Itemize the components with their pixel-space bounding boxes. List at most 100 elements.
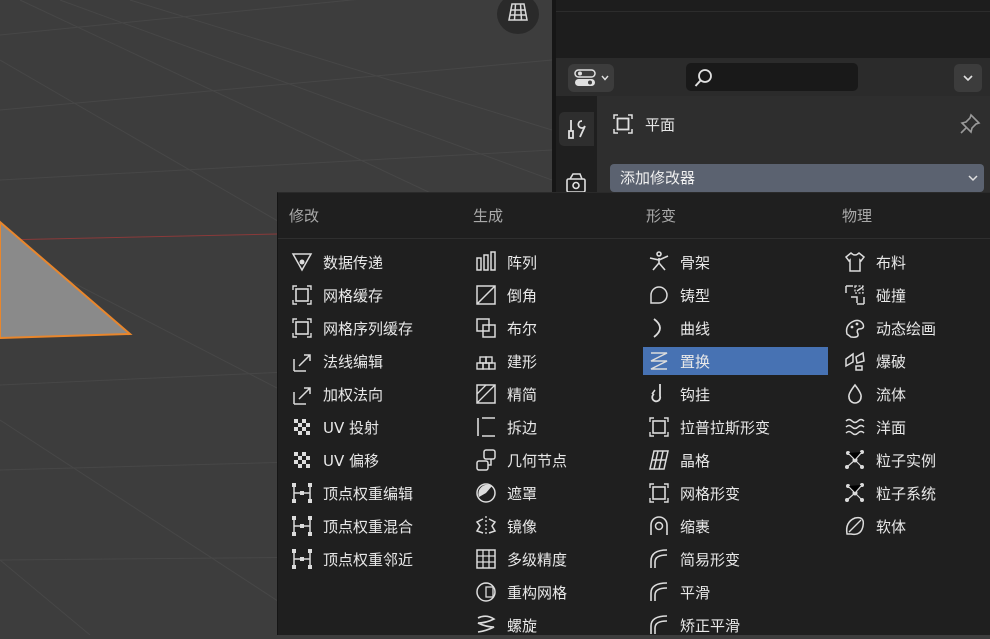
menu-item-label: 拆边 [507, 418, 538, 437]
menu-item[interactable]: 顶点权重混合 [286, 512, 466, 540]
menu-item[interactable]: 粒子实例 [839, 446, 989, 474]
menu-item[interactable]: 动态绘画 [839, 314, 989, 342]
screw-icon [473, 612, 499, 638]
particle-instance-icon [842, 447, 868, 473]
menu-item[interactable]: 缩裹 [643, 512, 828, 540]
fluid-icon [842, 381, 868, 407]
menu-item-label: 网格序列缓存 [323, 319, 414, 338]
simple-deform-icon [646, 546, 672, 572]
search-input[interactable] [686, 63, 858, 91]
menu-item-label: 软体 [876, 517, 907, 536]
chevron-down-icon [600, 75, 609, 81]
displace-icon [646, 348, 672, 374]
menu-item-label: 缩裹 [680, 517, 711, 536]
menu-item[interactable]: 顶点权重编辑 [286, 479, 466, 507]
vertex-weight-icon [289, 480, 315, 506]
menu-item[interactable]: 布尔 [470, 314, 640, 342]
menu-item[interactable]: 骨架 [643, 248, 828, 276]
menu-item-label: 顶点权重编辑 [323, 484, 414, 503]
menu-column-title: 形变 [646, 207, 677, 225]
mesh-object-icon [613, 114, 633, 134]
array-icon [473, 249, 499, 275]
menu-item[interactable]: 倒角 [470, 281, 640, 309]
menu-column-title: 修改 [289, 207, 320, 225]
menu-item-label: 简易形变 [680, 550, 741, 569]
menu-item[interactable]: 钩挂 [643, 380, 828, 408]
normal-edit-icon [289, 348, 315, 374]
menu-item[interactable]: 拆边 [470, 413, 640, 441]
mesh-cache-icon [289, 282, 315, 308]
pin-icon [960, 113, 981, 134]
menu-item-label: 重构网格 [507, 583, 568, 602]
menu-item[interactable]: 几何节点 [470, 446, 640, 474]
menu-item[interactable]: 曲线 [643, 314, 828, 342]
weighted-normal-icon [289, 381, 315, 407]
menu-item-label: 镜像 [507, 517, 538, 536]
menu-item-label: 倒角 [507, 286, 538, 305]
menu-item-label: 多级精度 [507, 550, 568, 569]
lattice-icon [646, 447, 672, 473]
smooth-icon [646, 579, 672, 605]
menu-item-label: 遮罩 [507, 484, 538, 503]
menu-item[interactable]: 网格序列缓存 [286, 314, 466, 342]
menu-item[interactable]: 多级精度 [470, 545, 640, 573]
mirror-icon [473, 513, 499, 539]
menu-item-label: 顶点权重混合 [323, 517, 414, 536]
menu-item[interactable]: 晶格 [643, 446, 828, 474]
menu-item[interactable]: 法线编辑 [286, 347, 466, 375]
menu-item[interactable]: UV 投射 [286, 413, 466, 441]
menu-item-label: 布料 [876, 253, 907, 272]
menu-item[interactable]: 碰撞 [839, 281, 989, 309]
explode-icon [842, 348, 868, 374]
menu-item[interactable]: UV 偏移 [286, 446, 466, 474]
menu-item[interactable]: 阵列 [470, 248, 640, 276]
mesh-sequence-cache-icon [289, 315, 315, 341]
menu-item[interactable]: 置换 [643, 347, 828, 375]
menu-item[interactable]: 软体 [839, 512, 989, 540]
uv-warp-icon [289, 447, 315, 473]
menu-item[interactable]: 拉普拉斯形变 [643, 413, 828, 441]
menu-item[interactable]: 简易形变 [643, 545, 828, 573]
menu-item[interactable]: 建形 [470, 347, 640, 375]
menu-item-label: 精简 [507, 385, 538, 404]
menu-item[interactable]: 粒子系统 [839, 479, 989, 507]
menu-item[interactable]: 镜像 [470, 512, 640, 540]
menu-item-label: 晶格 [680, 451, 711, 470]
add-modifier-dropdown[interactable]: 添加修改器 [610, 164, 984, 192]
menu-item[interactable]: 遮罩 [470, 479, 640, 507]
selected-plane[interactable] [0, 220, 133, 340]
pin-button[interactable] [958, 112, 982, 140]
tab-tool[interactable] [559, 112, 594, 146]
menu-item[interactable]: 布料 [839, 248, 989, 276]
options-dropdown[interactable] [954, 64, 982, 92]
build-icon [473, 348, 499, 374]
editor-type-icon [573, 69, 596, 86]
menu-item[interactable]: 网格形变 [643, 479, 828, 507]
menu-item[interactable]: 重构网格 [470, 578, 640, 606]
properties-header [556, 58, 990, 96]
search-icon [694, 69, 712, 87]
menu-item[interactable]: 流体 [839, 380, 989, 408]
menu-item[interactable]: 网格缓存 [286, 281, 466, 309]
editor-type-button[interactable] [568, 64, 614, 92]
cloth-icon [842, 249, 868, 275]
menu-item[interactable]: 平滑 [643, 578, 828, 606]
menu-item-label: UV 偏移 [323, 451, 380, 470]
curve-icon [646, 315, 672, 341]
menu-item[interactable]: 精简 [470, 380, 640, 408]
chevron-down-icon [963, 75, 973, 82]
menu-item-label: 动态绘画 [876, 319, 937, 338]
chevron-down-icon [968, 175, 978, 182]
menu-item[interactable]: 顶点权重邻近 [286, 545, 466, 573]
menu-item[interactable]: 铸型 [643, 281, 828, 309]
boolean-icon [473, 315, 499, 341]
menu-item[interactable]: 加权法向 [286, 380, 466, 408]
menu-item[interactable]: 洋面 [839, 413, 989, 441]
bevel-icon [473, 282, 499, 308]
menu-item-label: 爆破 [876, 352, 907, 371]
menu-item[interactable]: 数据传递 [286, 248, 466, 276]
menu-item[interactable]: 爆破 [839, 347, 989, 375]
dynamic-paint-icon [842, 315, 868, 341]
menu-column-title: 物理 [842, 207, 873, 225]
ocean-icon [842, 414, 868, 440]
